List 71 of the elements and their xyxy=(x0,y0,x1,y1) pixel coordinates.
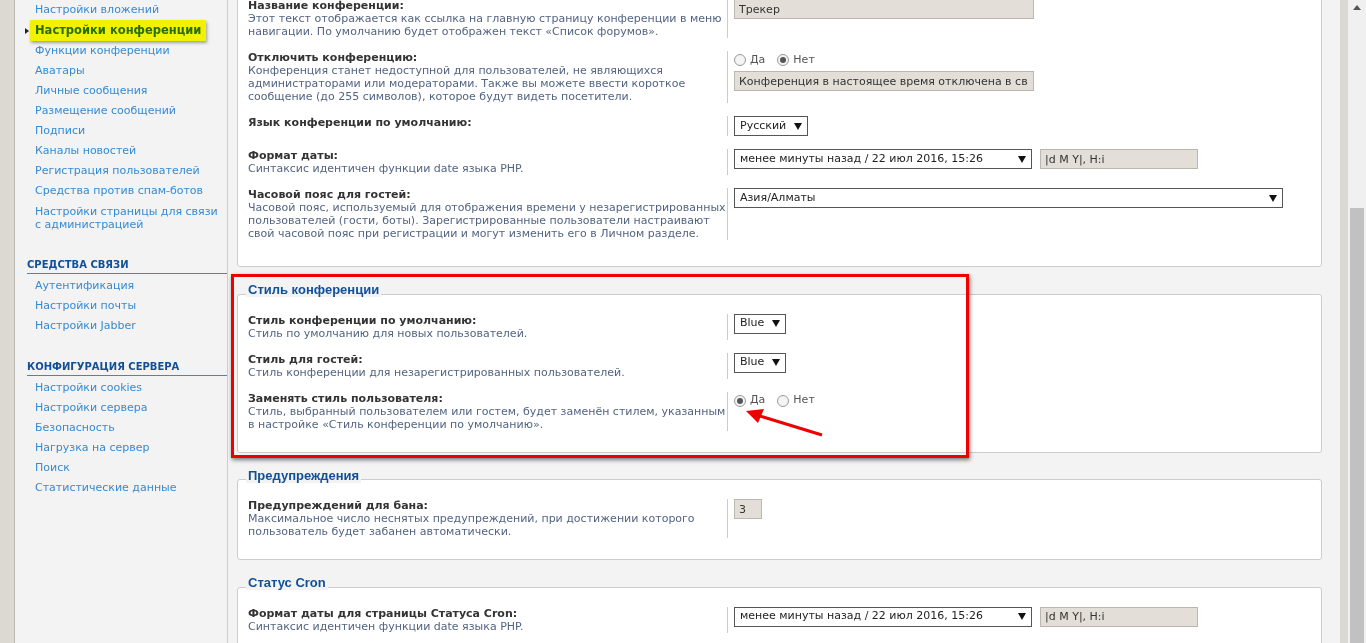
radio-button[interactable] xyxy=(777,394,790,407)
sidebar-link[interactable]: Настройки страницы для связи с администрацией xyxy=(27,201,227,234)
sidebar-link[interactable]: Аутентификация xyxy=(27,276,227,296)
setting-description: Этот текст отображается как ссылка на главную страницу конференции в меню навигации. По умолчанию будет отображен текст «Список форумов». xyxy=(248,12,723,38)
caret-icon xyxy=(772,320,781,327)
setting-description: Конференция станет недоступной для пользователей, не являющихся администраторами или модераторами. Также вы можете ввести короткое сообщение (до 255 символов), которое будут видеть посетители. xyxy=(248,64,687,103)
sidebar-link[interactable]: Настройки вложений xyxy=(27,0,227,20)
caret-icon xyxy=(1018,155,1026,163)
caret-icon xyxy=(1018,613,1026,620)
section-legend: Предупреждения xyxy=(246,468,362,483)
setting-title: Часовой пояс для гостей: xyxy=(248,188,412,201)
sidebar-link[interactable]: Поиск xyxy=(27,458,227,478)
select-field[interactable]: менее минуты назад / 22 июл 2016, 15:26 xyxy=(734,149,1032,169)
select-field[interactable]: менее минуты назад / 22 июл 2016, 15:26 xyxy=(734,606,1032,627)
setting-title: Стиль конференции по умолчанию: xyxy=(248,313,478,327)
sidebar-link[interactable]: Подписи xyxy=(27,121,227,141)
select-field[interactable]: Азия/Алматы xyxy=(734,188,1283,208)
setting-title: Стиль для гостей: xyxy=(248,352,364,366)
radio-label: Да xyxy=(750,392,766,409)
select-field[interactable]: Blue xyxy=(734,352,787,373)
select-field[interactable]: Русский xyxy=(734,116,809,136)
sidebar-link[interactable]: Личные сообщения xyxy=(27,81,227,101)
text-field[interactable]: Конференция в настоящее время отключена в св xyxy=(734,71,1034,91)
select-field[interactable]: Blue xyxy=(734,313,787,334)
caret-icon xyxy=(772,359,781,366)
radio-button[interactable] xyxy=(777,54,790,66)
text-field[interactable]: 3 xyxy=(734,499,762,519)
setting-title: Формат даты: xyxy=(248,149,339,162)
sidebar-link[interactable]: Безопасность xyxy=(27,418,227,438)
sidebar-link[interactable]: Настройки cookies xyxy=(27,378,227,398)
setting-description: Стиль конференции для незарегистрированных пользователей. xyxy=(248,365,626,379)
text-field[interactable]: |d M Y|, H:i xyxy=(1040,149,1198,169)
caret-icon xyxy=(1269,194,1277,202)
text-field[interactable]: Трекер xyxy=(734,0,1034,19)
sidebar-link[interactable]: Размещение сообщений xyxy=(27,101,227,121)
radio-button[interactable] xyxy=(734,54,746,66)
section-legend: Стиль конференции xyxy=(246,283,382,297)
text-field[interactable]: |d M Y|, H:i xyxy=(1040,606,1198,627)
section-heading: КОНФИГУРАЦИЯ СЕРВЕРА xyxy=(27,359,227,376)
radio-label: Нет xyxy=(793,51,815,68)
setting-description: Синтаксис идентичен функции date языка PHP. xyxy=(248,162,525,175)
sidebar-link[interactable]: Функции конференции xyxy=(27,41,227,61)
sidebar-link[interactable]: Настройки конференции xyxy=(30,20,207,41)
scroll-up-icon[interactable] xyxy=(1353,5,1361,10)
radio-label: Нет xyxy=(793,392,815,409)
setting-title: Предупреждений для бана: xyxy=(248,499,430,512)
setting-title: Формат даты для страницы Статуса Cron: xyxy=(248,606,519,620)
setting-description: Максимальное число неснятых предупреждений, при достижении которого пользователь будет забанен автоматически. xyxy=(248,512,696,538)
setting-description: Синтаксис идентичен функции date языка PHP. xyxy=(248,619,525,633)
section-heading: СРЕДСТВА СВЯЗИ xyxy=(27,257,227,274)
sidebar-link[interactable]: Настройки сервера xyxy=(27,398,227,418)
setting-description: Стиль по умолчанию для новых пользователей. xyxy=(248,326,529,340)
sidebar-link[interactable]: Статистические данные xyxy=(27,478,227,498)
scrollbar-thumb[interactable] xyxy=(1350,208,1364,643)
setting-title: Название конференции: xyxy=(248,0,405,12)
sidebar-link[interactable]: Каналы новостей xyxy=(27,141,227,161)
sidebar-link[interactable]: Средства против спам-ботов xyxy=(27,181,227,201)
setting-description: Часовой пояс, используемый для отображения времени у незарегистрированных пользователей (гости, боты). Зарегистрированные пользователи настраивают свой часовой пояс при регистрации и могут изменить его в Личном разделе. xyxy=(248,201,726,240)
sidebar-link[interactable]: Настройки почты xyxy=(27,296,227,316)
setting-title: Заменять стиль пользователя: xyxy=(248,391,444,405)
radio-button[interactable] xyxy=(734,394,746,407)
sidebar-link[interactable]: Настройки Jabber xyxy=(27,316,227,336)
sidebar-link[interactable]: Аватары xyxy=(27,61,227,81)
setting-title: Отключить конференцию: xyxy=(248,51,419,64)
sidebar-link[interactable]: Нагрузка на сервер xyxy=(27,438,227,458)
caret-icon xyxy=(794,122,803,130)
radio-label: Да xyxy=(750,51,766,68)
sidebar-link[interactable]: Регистрация пользователей xyxy=(27,161,227,181)
setting-description: Стиль, выбранный пользователем или гостем, будет заменён стилем, указанным в настройке «Стиль конференции по умолчанию». xyxy=(248,404,726,431)
setting-title: Язык конференции по умолчанию: xyxy=(248,116,473,129)
section-legend: Статус Cron xyxy=(246,576,328,590)
